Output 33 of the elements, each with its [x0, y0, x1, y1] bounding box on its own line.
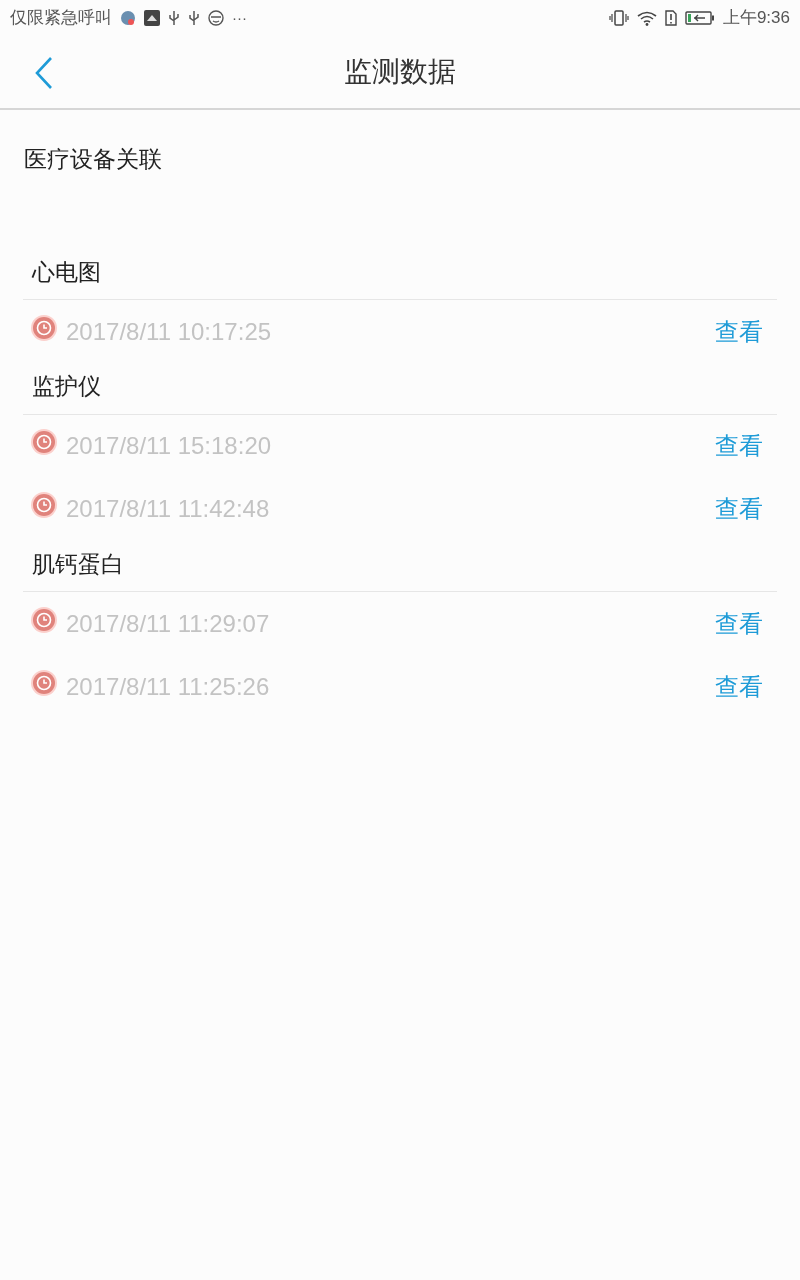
- clock-icon: [30, 428, 58, 456]
- usb-icon: [188, 10, 200, 26]
- record-time: 2017/8/11 15:18:20: [66, 431, 272, 461]
- record-time: 2017/8/11 10:17:25: [66, 316, 272, 347]
- view-link[interactable]: 查看: [715, 668, 763, 705]
- clock-icon: [30, 313, 58, 342]
- record-time: 2017/8/11 11:42:48: [66, 494, 270, 524]
- view-link[interactable]: 查看: [715, 428, 763, 464]
- view-link[interactable]: 查看: [715, 313, 763, 350]
- clock-text: 上午9:36: [722, 7, 790, 30]
- notification-icon: [120, 10, 136, 26]
- record-time: 2017/8/11 11:29:07: [66, 608, 270, 639]
- sim-icon: [664, 10, 677, 26]
- record-time: 2017/8/11 11:25:26: [66, 671, 270, 702]
- battery-icon: [684, 10, 715, 26]
- wifi-icon: [636, 10, 657, 26]
- device-title: 肌钙蛋白: [32, 549, 124, 579]
- usb-icon: [168, 10, 180, 26]
- view-link[interactable]: 查看: [715, 605, 763, 642]
- vibrate-icon: [608, 10, 629, 26]
- clock-icon: [30, 491, 58, 519]
- view-link[interactable]: 查看: [715, 491, 763, 527]
- device-title: 监护仪: [32, 372, 101, 401]
- clock-icon: [30, 668, 58, 697]
- face-icon: [208, 10, 224, 26]
- page-title: 监测数据: [344, 55, 456, 89]
- clock-icon: [30, 605, 58, 634]
- device-title: 心电图: [32, 257, 101, 287]
- app-icon: [144, 10, 160, 26]
- more-text: ···: [232, 7, 247, 28]
- back-icon: [33, 56, 55, 90]
- carrier-text: 仅限紧急呼叫: [10, 7, 112, 30]
- section-heading: 医疗设备关联: [24, 145, 162, 174]
